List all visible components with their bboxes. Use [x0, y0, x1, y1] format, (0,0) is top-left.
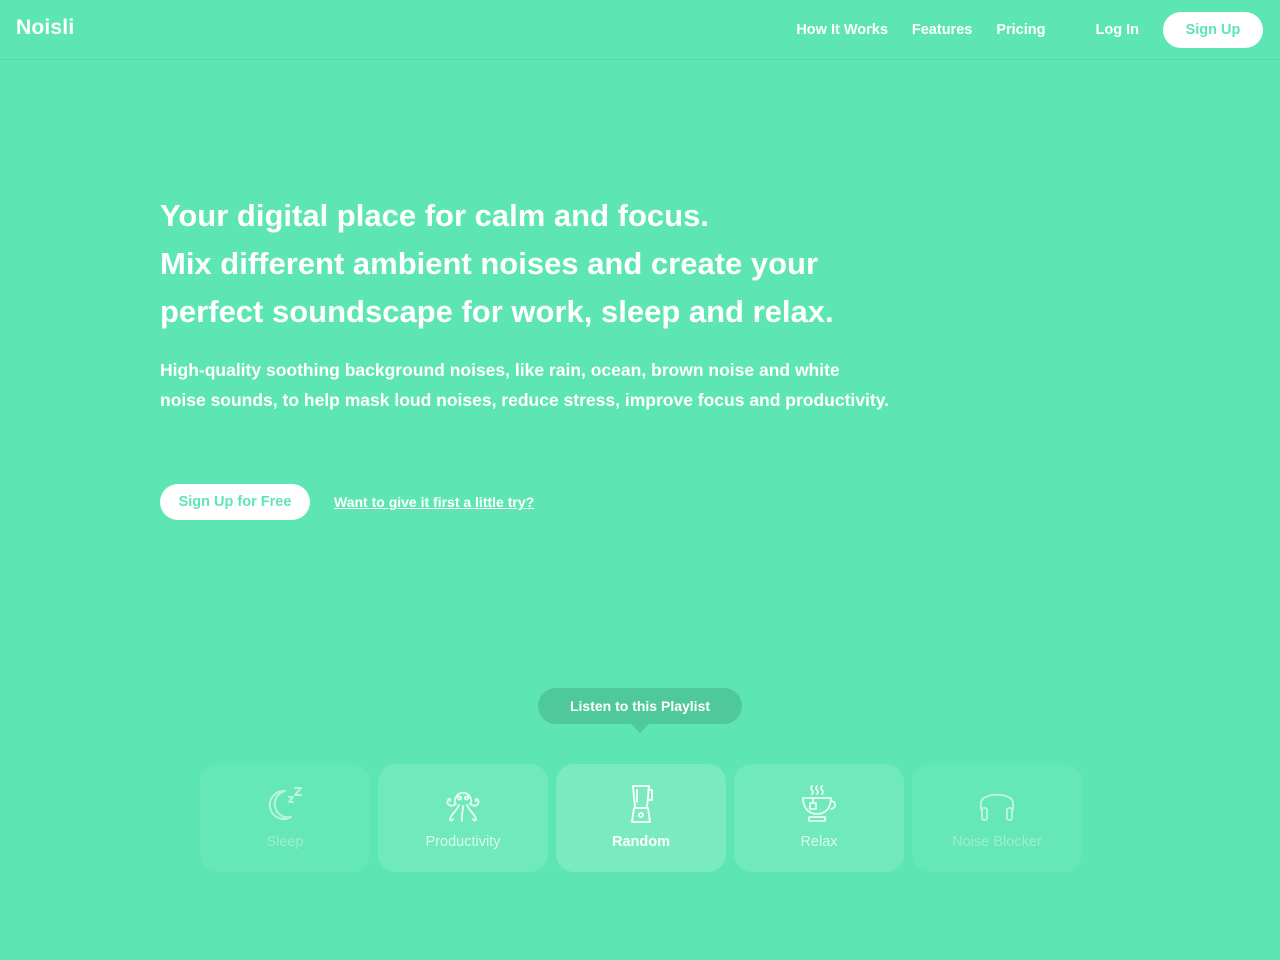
- blender-icon: [621, 784, 661, 824]
- headphones-icon: [977, 784, 1017, 824]
- signup-button[interactable]: Sign Up: [1163, 12, 1263, 48]
- octopus-icon: [442, 784, 484, 824]
- playlist-card-label: Random: [612, 834, 670, 850]
- listen-playlist-tooltip[interactable]: Listen to this Playlist: [538, 688, 742, 733]
- hero-headline-line: perfect soundscape for work, sleep and r…: [160, 294, 834, 329]
- hero-cta-group: Sign Up for Free Want to give it first a…: [160, 484, 534, 520]
- playlist-card-productivity[interactable]: Productivity: [378, 764, 548, 872]
- hero-description: High-quality soothing background noises,…: [160, 355, 960, 415]
- page: Noisli How It Works Features Pricing Log…: [0, 0, 1280, 960]
- nav-link-features[interactable]: Features: [912, 22, 972, 38]
- hero-headline: Your digital place for calm and focus. M…: [160, 192, 960, 336]
- playlist-card-random[interactable]: Random: [556, 764, 726, 872]
- hero-description-line: High-quality soothing background noises,…: [160, 360, 840, 380]
- signup-free-button[interactable]: Sign Up for Free: [160, 484, 310, 520]
- tea-cup-icon: [797, 784, 841, 824]
- playlist-carousel: Sleep Productivity Random Relax Noise Bl…: [200, 764, 1082, 872]
- hero-headline-line: Mix different ambient noises and create …: [160, 246, 819, 281]
- main-nav: How It Works Features Pricing Log In Sig…: [772, 12, 1263, 48]
- playlist-card-noise-blocker[interactable]: Noise Blocker: [912, 764, 1082, 872]
- top-navigation-bar: Noisli How It Works Features Pricing Log…: [0, 0, 1280, 60]
- nav-link-pricing[interactable]: Pricing: [996, 22, 1045, 38]
- try-it-link[interactable]: Want to give it first a little try?: [334, 494, 534, 510]
- playlist-card-label: Productivity: [425, 834, 501, 850]
- listen-playlist-label: Listen to this Playlist: [569, 698, 711, 714]
- nav-link-how-it-works[interactable]: How It Works: [796, 22, 888, 38]
- logo[interactable]: Noisli: [16, 16, 74, 40]
- tooltip-arrow: [631, 724, 649, 733]
- playlist-card-label: Noise Blocker: [952, 834, 1042, 850]
- login-link[interactable]: Log In: [1096, 22, 1140, 38]
- playlist-card-relax[interactable]: Relax: [734, 764, 904, 872]
- moon-sleep-icon: [265, 784, 305, 824]
- playlist-card-label: Sleep: [266, 834, 304, 850]
- hero-description-line: noise sounds, to help mask loud noises, …: [160, 390, 890, 410]
- playlist-card-label: Relax: [800, 834, 838, 850]
- hero-headline-line: Your digital place for calm and focus.: [160, 198, 709, 233]
- playlist-card-sleep[interactable]: Sleep: [200, 764, 370, 872]
- hero-section: Your digital place for calm and focus. M…: [160, 192, 960, 415]
